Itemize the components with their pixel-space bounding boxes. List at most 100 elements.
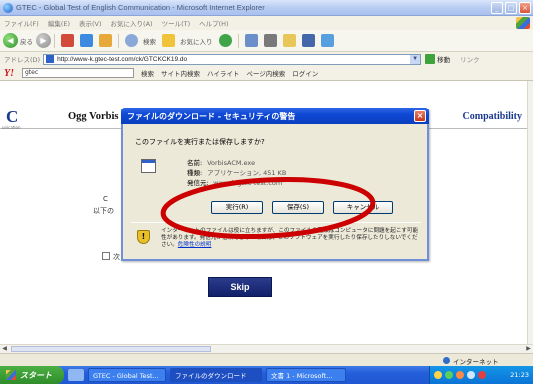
search-button-label[interactable]: 検索 bbox=[143, 36, 156, 46]
address-bar: アドレス(D) http://www-k.gtec-test.com/ck/GT… bbox=[0, 52, 533, 66]
file-name-value: VorbisACM.exe bbox=[207, 159, 256, 167]
taskbar-item-ie[interactable]: GTEC - Global Test... bbox=[88, 368, 166, 382]
dialog-titlebar: ファイルのダウンロード - セキュリティの警告 × bbox=[121, 108, 429, 124]
links-button[interactable]: リンク bbox=[460, 54, 480, 64]
tray-icon[interactable] bbox=[467, 371, 475, 379]
download-dialog: ファイルのダウンロード - セキュリティの警告 × このファイルを実行または保存… bbox=[121, 108, 429, 261]
windows-flag-icon bbox=[6, 370, 16, 380]
file-source-label: 発信元: bbox=[187, 179, 209, 187]
security-warning: インターネットのファイルは役に立ちますが、このファイルの種類はコンピュータに問題… bbox=[161, 228, 423, 249]
menu-favorites[interactable]: お気に入り(A) bbox=[111, 18, 153, 28]
yahoo-logo[interactable]: Y! bbox=[4, 68, 14, 79]
background-checkbox-label: 次 bbox=[113, 253, 120, 261]
dialog-divider bbox=[131, 222, 421, 223]
highlight-button[interactable]: ハイライト bbox=[207, 68, 239, 78]
back-button-label[interactable]: 戻る bbox=[20, 36, 33, 46]
search-icon[interactable] bbox=[125, 34, 138, 47]
clock: 21:23 bbox=[510, 371, 529, 379]
favorites-star-icon[interactable] bbox=[162, 34, 175, 47]
window-titlebar: GTEC - Global Test of English Communicat… bbox=[0, 0, 533, 16]
go-arrow-icon[interactable] bbox=[425, 54, 436, 64]
menu-bar: ファイル(F) 編集(E) 表示(V) お気に入り(A) ツール(T) ヘルプ(… bbox=[0, 16, 533, 30]
horizontal-scrollbar[interactable]: ◀ ▶ bbox=[0, 344, 533, 353]
site-search-button[interactable]: サイト内検索 bbox=[161, 68, 200, 78]
menu-file[interactable]: ファイル(F) bbox=[4, 18, 39, 28]
vertical-scrollbar[interactable] bbox=[527, 81, 533, 344]
file-type-row: 種類: アプリケーション, 451 KB bbox=[187, 167, 286, 177]
start-label: スタート bbox=[20, 370, 52, 380]
close-button[interactable]: × bbox=[519, 1, 531, 14]
menu-view[interactable]: 表示(V) bbox=[79, 18, 102, 28]
background-checkbox[interactable] bbox=[102, 252, 110, 260]
file-source-value: www-k.gtec-test.com bbox=[213, 179, 283, 187]
dialog-title: ファイルのダウンロード - セキュリティの警告 bbox=[127, 112, 296, 121]
site-logo: C bbox=[6, 107, 19, 126]
dialog-question: このファイルを実行または保存しますか? bbox=[135, 138, 265, 146]
yahoo-search-button[interactable]: 検索 bbox=[141, 68, 154, 78]
address-input[interactable]: http://www-k.gtec-test.com/ck/GTCKCK19.d… bbox=[43, 53, 422, 65]
minimize-button[interactable]: _ bbox=[491, 1, 503, 14]
research-icon[interactable] bbox=[320, 34, 334, 47]
page-icon bbox=[46, 55, 55, 63]
standard-toolbar: ◀ 戻る ▶ 検索 お気に入り bbox=[0, 30, 533, 52]
login-button[interactable]: ログイン bbox=[292, 68, 318, 78]
file-name-label: 名前: bbox=[187, 159, 203, 167]
tray-icon[interactable] bbox=[456, 371, 464, 379]
address-url: http://www-k.gtec-test.com/ck/GTCKCK19.d… bbox=[57, 55, 188, 63]
taskbar: スタート GTEC - Global Test... ファイルのダウンロード 文… bbox=[0, 366, 533, 384]
internet-globe-icon bbox=[443, 357, 450, 364]
yahoo-toolbar: Y! gtec 検索 サイト内検索 ハイライト ページ内検索 ログイン bbox=[0, 66, 533, 81]
go-button[interactable]: 移動 bbox=[437, 54, 450, 64]
cancel-button[interactable]: キャンセル bbox=[333, 201, 393, 214]
taskbar-item-download[interactable]: ファイルのダウンロード bbox=[170, 368, 262, 382]
dialog-close-button[interactable]: × bbox=[414, 110, 426, 122]
folder-icon[interactable] bbox=[282, 34, 296, 47]
refresh-icon[interactable] bbox=[80, 34, 93, 47]
start-button[interactable]: スタート bbox=[0, 366, 64, 384]
yahoo-search-input[interactable]: gtec bbox=[22, 68, 134, 78]
security-zone: インターネット bbox=[453, 358, 499, 366]
toolbar-separator bbox=[118, 33, 119, 48]
scroll-left-icon[interactable]: ◀ bbox=[0, 345, 9, 353]
file-source-row: 発信元: www-k.gtec-test.com bbox=[187, 177, 282, 187]
page-compat-title: Compatibility bbox=[462, 111, 522, 122]
scroll-thumb[interactable] bbox=[11, 346, 211, 352]
tray-icon[interactable] bbox=[478, 371, 486, 379]
site-logo-subtext: unication bbox=[2, 125, 21, 130]
skip-button[interactable]: Skip bbox=[208, 277, 272, 297]
window-title: GTEC - Global Test of English Communicat… bbox=[16, 3, 265, 12]
maximize-button[interactable]: □ bbox=[505, 1, 517, 14]
menu-tools[interactable]: ツール(T) bbox=[162, 18, 191, 28]
run-button[interactable]: 実行(R) bbox=[211, 201, 263, 214]
taskbar-item-word[interactable]: 文書 1 - Microsoft... bbox=[266, 368, 346, 382]
toolbar-separator bbox=[54, 33, 55, 48]
address-label: アドレス(D) bbox=[4, 56, 41, 64]
system-tray: 21:23 bbox=[429, 366, 533, 384]
windows-logo-icon bbox=[516, 17, 530, 29]
toolbar-separator bbox=[237, 33, 239, 48]
home-icon[interactable] bbox=[99, 34, 112, 47]
history-icon[interactable] bbox=[218, 34, 232, 47]
mail-icon[interactable] bbox=[244, 34, 258, 47]
risk-explanation-link[interactable]: 危険性の説明 bbox=[178, 242, 212, 248]
messenger-icon[interactable] bbox=[301, 34, 315, 47]
tray-icon[interactable] bbox=[445, 371, 453, 379]
back-arrow-icon[interactable]: ◀ bbox=[3, 33, 18, 48]
page-search-button[interactable]: ページ内検索 bbox=[246, 68, 285, 78]
tray-icon[interactable] bbox=[434, 371, 442, 379]
print-icon[interactable] bbox=[263, 34, 277, 47]
scroll-right-icon[interactable]: ▶ bbox=[524, 345, 533, 353]
file-type-value: アプリケーション, 451 KB bbox=[207, 169, 287, 177]
chevron-down-icon[interactable]: ▼ bbox=[410, 54, 421, 64]
favorites-button-label[interactable]: お気に入り bbox=[180, 36, 213, 46]
warning-shield-icon: ! bbox=[137, 230, 150, 244]
status-bar: インターネット bbox=[0, 353, 533, 366]
menu-edit[interactable]: 編集(E) bbox=[48, 18, 70, 28]
forward-arrow-icon[interactable]: ▶ bbox=[36, 33, 51, 48]
quick-launch-icon[interactable] bbox=[68, 369, 84, 381]
background-text: 以下の bbox=[93, 207, 114, 215]
file-name-row: 名前: VorbisACM.exe bbox=[187, 157, 255, 167]
menu-help[interactable]: ヘルプ(H) bbox=[199, 18, 228, 28]
save-button[interactable]: 保存(S) bbox=[272, 201, 324, 214]
stop-icon[interactable] bbox=[61, 34, 74, 47]
